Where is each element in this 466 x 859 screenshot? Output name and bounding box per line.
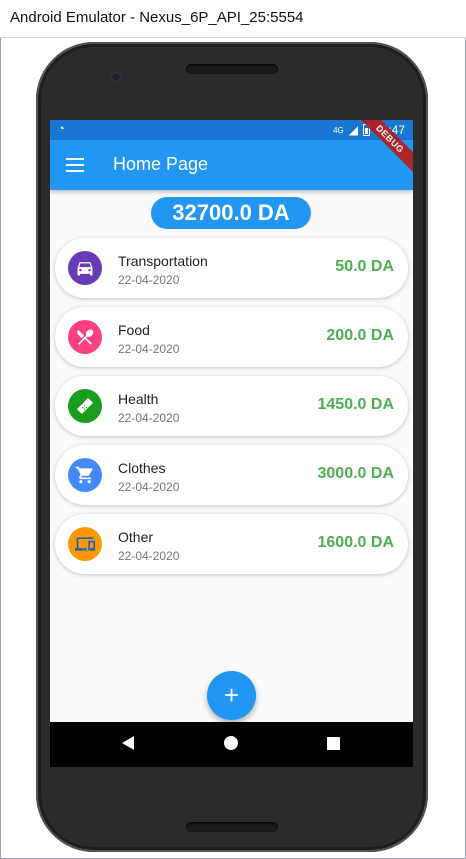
add-expense-button[interactable]: + — [207, 671, 256, 720]
home-icon[interactable] — [224, 736, 238, 750]
speaker-bottom — [186, 822, 278, 832]
recent-apps-icon[interactable] — [327, 737, 340, 750]
expense-amount: 3000.0 DA — [317, 465, 395, 482]
expense-date: 22-04-2020 — [118, 480, 180, 494]
expense-card-transportation[interactable]: Transportation 22-04-2020 50.0 DA — [55, 238, 408, 298]
expense-card-food[interactable]: Food 22-04-2020 200.0 DA — [55, 307, 408, 367]
window-titlebar: Android Emulator - Nexus_6P_API_25:5554 — [0, 0, 466, 38]
expense-category: Food — [118, 322, 150, 338]
expense-date: 22-04-2020 — [118, 411, 180, 425]
front-camera — [111, 72, 121, 82]
back-icon[interactable] — [122, 736, 134, 750]
devices-icon — [68, 527, 102, 561]
total-balance: 32700.0 DA — [151, 197, 311, 229]
expense-date: 22-04-2020 — [118, 273, 180, 287]
expense-category: Clothes — [118, 460, 166, 476]
expense-card-health[interactable]: Health 22-04-2020 1450.0 DA — [55, 376, 408, 436]
expense-amount: 1600.0 DA — [317, 534, 395, 551]
expense-date: 22-04-2020 — [118, 342, 180, 356]
expense-category: Transportation — [118, 253, 208, 269]
android-nav-bar — [50, 722, 413, 767]
device-screen: ◔ 4G ◢ 10:47 Home Page DEBUG 32700.0 DA … — [50, 120, 413, 767]
expense-category: Health — [118, 391, 159, 407]
notification-icon: ◔ — [58, 123, 65, 135]
expense-category: Other — [118, 529, 154, 545]
utensils-icon — [68, 320, 102, 354]
expense-date: 22-04-2020 — [118, 549, 180, 563]
bandage-icon — [68, 389, 102, 423]
status-bar: ◔ 4G ◢ 10:47 — [50, 120, 413, 140]
network-type: 4G — [333, 125, 344, 135]
expense-card-clothes[interactable]: Clothes 22-04-2020 3000.0 DA — [55, 445, 408, 505]
page-title: Home Page — [113, 154, 209, 174]
expense-card-other[interactable]: Other 22-04-2020 1600.0 DA — [55, 514, 408, 574]
menu-icon[interactable] — [66, 158, 84, 172]
expense-amount: 1450.0 DA — [317, 396, 395, 413]
expense-amount: 50.0 DA — [335, 258, 394, 275]
expense-amount: 200.0 DA — [326, 327, 394, 344]
signal-icon: ◢ — [348, 123, 358, 137]
car-icon — [68, 251, 102, 285]
app-bar: Home Page — [50, 140, 413, 190]
cart-icon — [68, 458, 102, 492]
speaker-top — [186, 64, 278, 74]
window-title: Android Emulator - Nexus_6P_API_25:5554 — [10, 9, 304, 26]
